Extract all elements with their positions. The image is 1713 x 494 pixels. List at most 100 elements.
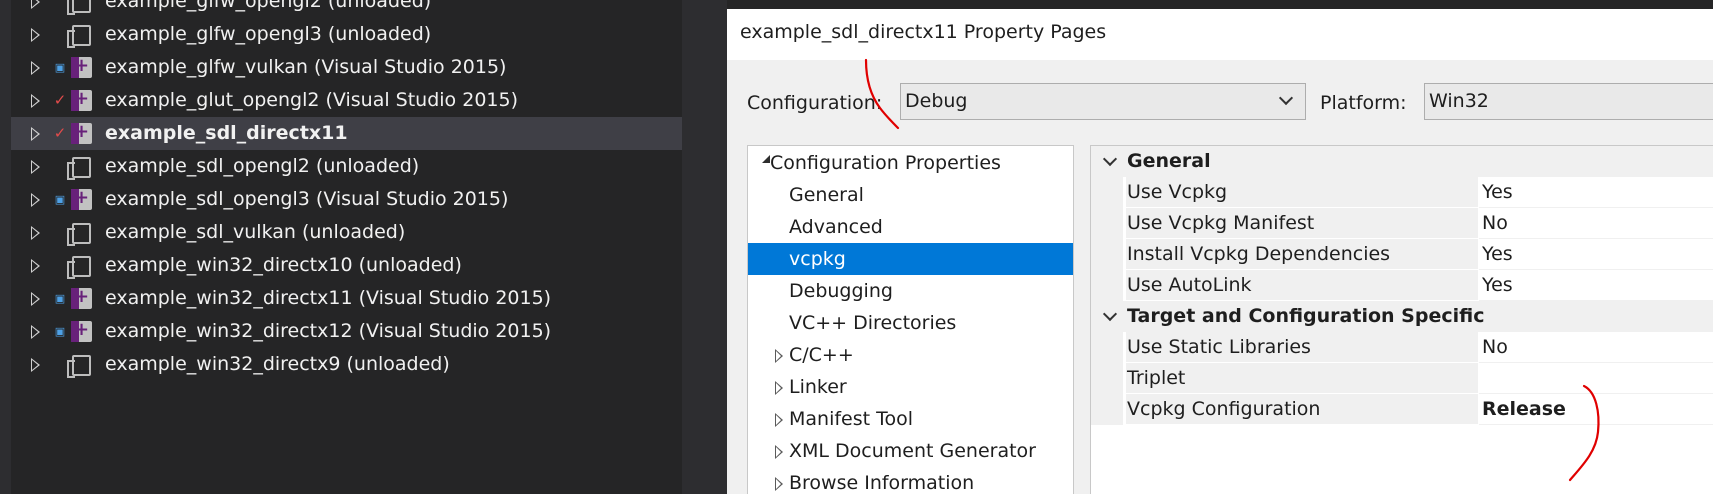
solution-item[interactable]: example_win32_directx10 (unloaded) [11, 249, 682, 282]
solution-item[interactable]: example_glfw_opengl2 (unloaded) [11, 0, 682, 18]
tree-item-label: Linker [789, 376, 847, 398]
solution-item-label: example_glfw_opengl3 (unloaded) [105, 23, 432, 45]
property-value[interactable]: Yes [1479, 270, 1713, 301]
expand-triangle-icon[interactable] [775, 349, 783, 363]
solution-item[interactable]: example_win32_directx9 (unloaded) [11, 348, 682, 381]
grid-property-row[interactable]: Triplet [1091, 363, 1713, 394]
property-name: Install Vcpkg Dependencies [1126, 239, 1478, 270]
tree-item[interactable]: C/C++ [748, 339, 1073, 371]
lock-icon: ▣ [54, 61, 66, 74]
grid-row-gutter [1091, 270, 1123, 301]
solution-item[interactable]: ▣ example_sdl_opengl3 (Visual Studio 2015… [11, 181, 682, 216]
solution-explorer-list: example_glfw_opengl2 (unloaded) example_g… [11, 0, 682, 381]
solution-item[interactable]: example_sdl_opengl2 (unloaded) [11, 150, 682, 183]
solution-explorer: example_glfw_opengl2 (unloaded) example_g… [0, 0, 682, 494]
property-name: Use Vcpkg [1126, 177, 1478, 208]
expand-arrow-icon[interactable] [31, 292, 40, 306]
tree-item[interactable]: vcpkg [748, 243, 1073, 275]
grid-category-label: Target and Configuration Specific [1127, 305, 1485, 327]
solution-item[interactable]: ✓ example_glut_opengl2 (Visual Studio 201… [11, 82, 682, 117]
vc-project-icon [71, 313, 92, 346]
solution-item-label: example_sdl_vulkan (unloaded) [105, 221, 406, 243]
solution-item[interactable]: ▣ example_win32_directx12 (Visual Studio … [11, 313, 682, 348]
unloaded-project-icon [67, 355, 91, 378]
tree-item[interactable]: Advanced [748, 211, 1073, 243]
grid-property-row[interactable]: Use Vcpkg Yes [1091, 177, 1713, 208]
checkmark-icon: ✓ [53, 124, 67, 142]
expand-triangle-icon[interactable] [775, 477, 783, 491]
configuration-select[interactable]: Debug [900, 83, 1306, 120]
solution-item[interactable]: example_sdl_vulkan (unloaded) [11, 216, 682, 249]
window-divider [682, 0, 727, 494]
vc-project-icon [71, 115, 92, 148]
tree-item[interactable]: General [748, 179, 1073, 211]
grid-row-gutter [1091, 208, 1123, 239]
grid-row-gutter [1091, 332, 1123, 363]
tree-item[interactable]: VC++ Directories [748, 307, 1073, 339]
expand-arrow-icon[interactable] [31, 28, 40, 42]
lock-icon: ▣ [54, 193, 66, 206]
solution-item[interactable]: ▣ example_win32_directx11 (Visual Studio … [11, 280, 682, 315]
unloaded-project-icon [67, 256, 91, 279]
checkmark-icon: ✓ [53, 91, 67, 109]
solution-item-label: example_win32_directx12 (Visual Studio 2… [105, 320, 552, 342]
expand-arrow-icon[interactable] [31, 94, 40, 108]
vc-project-icon [71, 82, 92, 115]
grid-property-row[interactable]: Use Vcpkg Manifest No [1091, 208, 1713, 239]
tree-item-configuration-properties[interactable]: Configuration Properties [748, 147, 1073, 179]
property-value[interactable]: No [1479, 208, 1713, 239]
dialog-title: example_sdl_directx11 Property Pages [740, 21, 1107, 43]
platform-select[interactable]: Win32 [1424, 83, 1713, 120]
solution-item-label: example_glut_opengl2 (Visual Studio 2015… [105, 89, 518, 111]
tree-item[interactable]: XML Document Generator [748, 435, 1073, 467]
solution-item-label: example_win32_directx11 (Visual Studio 2… [105, 287, 552, 309]
property-value[interactable]: Release [1479, 394, 1713, 425]
tree-item-label: VC++ Directories [789, 312, 957, 334]
expand-arrow-icon[interactable] [31, 259, 40, 273]
property-value[interactable]: Yes [1479, 239, 1713, 270]
tree-item[interactable]: Manifest Tool [748, 403, 1073, 435]
expand-arrow-icon[interactable] [31, 193, 40, 207]
solution-item[interactable]: ▣ example_glfw_vulkan (Visual Studio 2015… [11, 49, 682, 84]
tree-item-label: General [789, 184, 864, 206]
expand-arrow-icon[interactable] [31, 0, 40, 9]
tree-item[interactable]: Debugging [748, 275, 1073, 307]
expand-triangle-icon[interactable] [775, 381, 783, 395]
vc-project-icon [71, 49, 92, 82]
property-value[interactable]: No [1479, 332, 1713, 363]
tree-item-label: Advanced [789, 216, 883, 238]
chevron-down-icon[interactable] [1102, 151, 1118, 167]
tree-item[interactable]: Linker [748, 371, 1073, 403]
property-name: Triplet [1126, 363, 1478, 394]
configuration-value: Debug [905, 90, 968, 112]
expand-arrow-icon[interactable] [31, 325, 40, 339]
solution-item[interactable]: example_glfw_opengl3 (unloaded) [11, 18, 682, 51]
lock-icon: ▣ [54, 325, 66, 338]
solution-item[interactable]: ✓ example_sdl_directx11 [11, 115, 682, 150]
expand-arrow-icon[interactable] [31, 358, 40, 372]
grid-category[interactable]: General [1091, 146, 1713, 177]
property-value[interactable] [1479, 363, 1713, 394]
chevron-down-icon[interactable] [1102, 306, 1118, 322]
tree-item-label: vcpkg [789, 248, 846, 270]
unloaded-project-icon [67, 25, 91, 48]
grid-property-row[interactable]: Vcpkg Configuration Release [1091, 394, 1713, 425]
grid-property-row[interactable]: Install Vcpkg Dependencies Yes [1091, 239, 1713, 270]
property-grid: General Use Vcpkg Yes Use Vcpkg Manifest No I… [1090, 145, 1713, 494]
expand-arrow-icon[interactable] [31, 61, 40, 75]
grid-property-row[interactable]: Use Static Libraries No [1091, 332, 1713, 363]
grid-row-gutter [1091, 394, 1123, 425]
grid-property-row[interactable]: Use AutoLink Yes [1091, 270, 1713, 301]
configuration-label: Configuration: [747, 92, 883, 114]
grid-category[interactable]: Target and Configuration Specific [1091, 301, 1713, 332]
expand-arrow-icon[interactable] [31, 226, 40, 240]
expand-triangle-icon[interactable] [775, 445, 783, 459]
solution-item-label: example_sdl_opengl3 (Visual Studio 2015) [105, 188, 509, 210]
expand-arrow-icon[interactable] [31, 127, 40, 141]
property-value[interactable]: Yes [1479, 177, 1713, 208]
property-name: Use AutoLink [1126, 270, 1478, 301]
expand-triangle-icon[interactable] [775, 413, 783, 427]
tree-item-label: XML Document Generator [789, 440, 1036, 462]
expand-arrow-icon[interactable] [31, 160, 40, 174]
tree-item[interactable]: Browse Information [748, 467, 1073, 494]
